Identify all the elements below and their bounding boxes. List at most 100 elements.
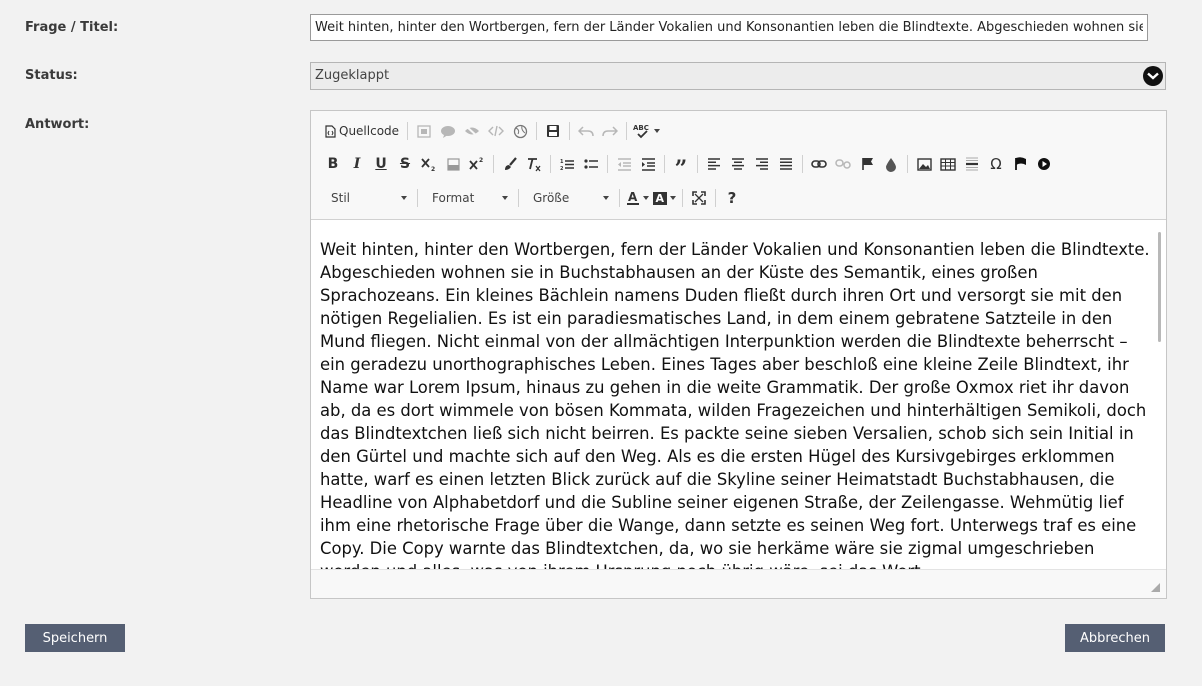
status-select[interactable]: Zugeklappt: [310, 62, 1166, 90]
preview-button[interactable]: [412, 119, 436, 143]
italic-icon: I: [353, 156, 361, 172]
spellcheck-button[interactable]: ABC: [631, 119, 662, 143]
special-char-button[interactable]: Ω: [984, 152, 1008, 176]
status-label: Status:: [25, 68, 78, 83]
toolbar-separator: [697, 155, 698, 173]
align-left-icon: [707, 158, 721, 170]
answer-text: Weit hinten, hinter den Wortbergen, fern…: [320, 240, 1150, 570]
cancel-button[interactable]: Abbrechen: [1065, 624, 1165, 652]
save-document-button[interactable]: [541, 119, 565, 143]
outdent-button[interactable]: [612, 152, 636, 176]
hide-icon: [464, 124, 480, 138]
remove-format-button[interactable]: [522, 152, 546, 176]
editor-statusbar: [311, 569, 1166, 598]
image-icon: [916, 157, 932, 171]
maximize-button[interactable]: [687, 186, 711, 210]
comment-button[interactable]: [436, 119, 460, 143]
editor-content-area[interactable]: Weit hinten, hinter den Wortbergen, fern…: [311, 220, 1166, 570]
align-center-button[interactable]: [726, 152, 750, 176]
numbered-list-button[interactable]: 12: [555, 152, 579, 176]
code-button[interactable]: [484, 119, 508, 143]
underline-icon: U: [375, 156, 387, 172]
toolbar-separator: [682, 189, 683, 207]
subscript-icon: 2: [421, 157, 437, 171]
table-button[interactable]: [936, 152, 960, 176]
format-dropdown-label: Format: [432, 191, 475, 205]
play-icon: [1037, 157, 1051, 171]
bold-icon: B: [327, 156, 339, 172]
anchor-button[interactable]: [855, 152, 879, 176]
toolbar-separator: [715, 189, 716, 207]
editor-scrollbar[interactable]: [1158, 232, 1161, 342]
remove-comment-button[interactable]: [460, 119, 484, 143]
undo-button[interactable]: [574, 119, 598, 143]
clear-format-block-button[interactable]: [441, 152, 465, 176]
justify-button[interactable]: [774, 152, 798, 176]
size-dropdown-label: Größe: [533, 191, 570, 205]
media-button[interactable]: [1032, 152, 1056, 176]
svg-text:A: A: [628, 191, 638, 204]
style-dropdown[interactable]: Stil: [321, 186, 413, 210]
link-button[interactable]: [807, 152, 831, 176]
justify-icon: [779, 158, 793, 170]
indent-icon: [641, 157, 656, 171]
help-button[interactable]: ?: [720, 186, 744, 210]
background-color-button[interactable]: A: [651, 186, 678, 210]
copy-format-button[interactable]: [498, 152, 522, 176]
title-input[interactable]: [310, 14, 1148, 41]
language-button[interactable]: [508, 119, 532, 143]
help-icon: ?: [727, 189, 737, 207]
toolbar-separator: [619, 189, 620, 207]
superscript-icon: 2: [469, 157, 485, 171]
style-dropdown-label: Stil: [331, 191, 350, 205]
underline-button[interactable]: U: [369, 152, 393, 176]
flag-button[interactable]: [1008, 152, 1032, 176]
svg-text:1: 1: [560, 159, 564, 165]
bullet-list-icon: [583, 158, 599, 171]
align-center-icon: [731, 158, 745, 170]
blockquote-button[interactable]: ”: [669, 152, 693, 180]
horizontal-line-button[interactable]: [960, 152, 984, 176]
text-color-icon: A: [626, 191, 640, 206]
subscript-button[interactable]: 2: [417, 152, 441, 176]
unlink-button[interactable]: [831, 152, 855, 176]
title-label: Frage / Titel:: [25, 20, 119, 35]
caret-down-icon: [502, 196, 508, 200]
undo-icon: [578, 125, 594, 137]
indent-button[interactable]: [636, 152, 660, 176]
size-dropdown[interactable]: Größe: [523, 186, 615, 210]
toolbar-separator: [607, 155, 608, 173]
align-left-button[interactable]: [702, 152, 726, 176]
strikethrough-button[interactable]: S: [393, 152, 417, 176]
rich-text-editor: Quellcode ABC B I U S 2 2 1 2 ” Ω Stil F…: [310, 110, 1167, 599]
speech-bubble-icon: [440, 125, 456, 138]
image-button[interactable]: [912, 152, 936, 176]
resize-grip-icon[interactable]: [1151, 583, 1160, 592]
superscript-button[interactable]: 2: [465, 152, 489, 176]
save-button[interactable]: Speichern: [25, 624, 125, 652]
bold-button[interactable]: B: [321, 152, 345, 176]
status-selected-value: Zugeklappt: [315, 68, 390, 83]
toolbar-separator: [569, 122, 571, 140]
toolbar-separator: [907, 155, 908, 173]
svg-text:2: 2: [479, 157, 483, 164]
format-dropdown[interactable]: Format: [422, 186, 514, 210]
toolbar-separator: [417, 189, 418, 207]
source-button[interactable]: Quellcode: [321, 119, 403, 143]
background-color-icon: A: [653, 191, 667, 206]
maximize-icon: [692, 191, 706, 205]
preview-icon: [417, 124, 431, 138]
table-icon: [940, 157, 956, 171]
align-right-button[interactable]: [750, 152, 774, 176]
chevron-down-icon[interactable]: [1143, 66, 1163, 86]
redo-button[interactable]: [598, 119, 622, 143]
source-label: Quellcode: [339, 124, 400, 138]
redo-icon: [602, 125, 619, 137]
flag-icon: [861, 157, 874, 171]
toolbar-separator: [518, 189, 519, 207]
italic-button[interactable]: I: [345, 152, 369, 176]
bullet-list-button[interactable]: [579, 152, 603, 176]
color-drop-button[interactable]: [879, 152, 903, 176]
text-color-button[interactable]: A: [624, 186, 651, 210]
caret-down-icon: [654, 129, 661, 133]
